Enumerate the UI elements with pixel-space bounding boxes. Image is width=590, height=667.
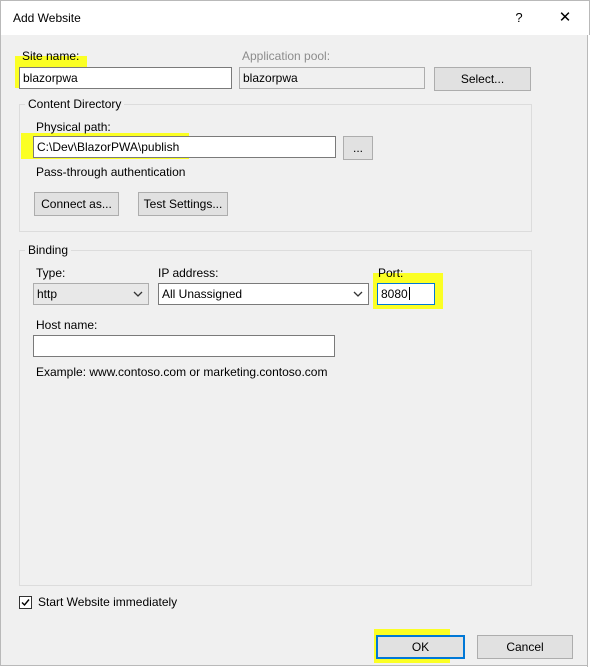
browse-path-button[interactable]: ... (343, 136, 373, 160)
help-button[interactable]: ? (507, 5, 531, 31)
type-label: Type: (36, 266, 66, 280)
app-pool-label: Application pool: (242, 49, 331, 63)
site-name-input[interactable]: blazorpwa (19, 67, 232, 89)
pass-through-auth-label: Pass-through authentication (36, 165, 186, 179)
type-select-value: http (37, 287, 58, 301)
text-caret (408, 287, 410, 300)
test-settings-button[interactable]: Test Settings... (138, 192, 228, 216)
host-name-label: Host name: (36, 318, 98, 332)
physical-path-label: Physical path: (36, 120, 111, 134)
binding-legend: Binding (25, 243, 72, 257)
add-website-dialog: Add Website ? ✕ Site name: blazorpwa App… (0, 0, 590, 667)
close-button[interactable]: ✕ (551, 5, 579, 31)
checkmark-icon (21, 599, 30, 607)
ip-address-select-value: All Unassigned (162, 287, 243, 301)
start-website-checkbox[interactable] (19, 596, 32, 609)
site-name-label: Site name: (22, 49, 80, 63)
content-directory-legend: Content Directory (25, 97, 125, 111)
select-app-pool-button[interactable]: Select... (434, 67, 531, 91)
type-select[interactable]: http (33, 283, 149, 305)
connect-as-button[interactable]: Connect as... (34, 192, 119, 216)
chevron-down-icon (353, 291, 363, 297)
start-website-label: Start Website immediately (38, 595, 178, 609)
title-bar: Add Website ? ✕ (1, 1, 589, 35)
dialog-title: Add Website (13, 11, 81, 25)
host-name-input[interactable] (33, 335, 335, 357)
physical-path-input[interactable]: C:\Dev\BlazorPWA\publish (33, 136, 336, 158)
ok-button[interactable]: OK (376, 635, 465, 659)
port-input-value: 8080 (381, 287, 408, 301)
port-label: Port: (378, 266, 404, 280)
ip-address-label: IP address: (158, 266, 219, 280)
host-name-example: Example: www.contoso.com or marketing.co… (36, 365, 328, 379)
port-input[interactable]: 8080 (377, 283, 435, 305)
app-pool-field: blazorpwa (239, 67, 425, 89)
ip-address-select[interactable]: All Unassigned (158, 283, 369, 305)
chevron-down-icon (133, 291, 143, 297)
cancel-button[interactable]: Cancel (477, 635, 573, 659)
